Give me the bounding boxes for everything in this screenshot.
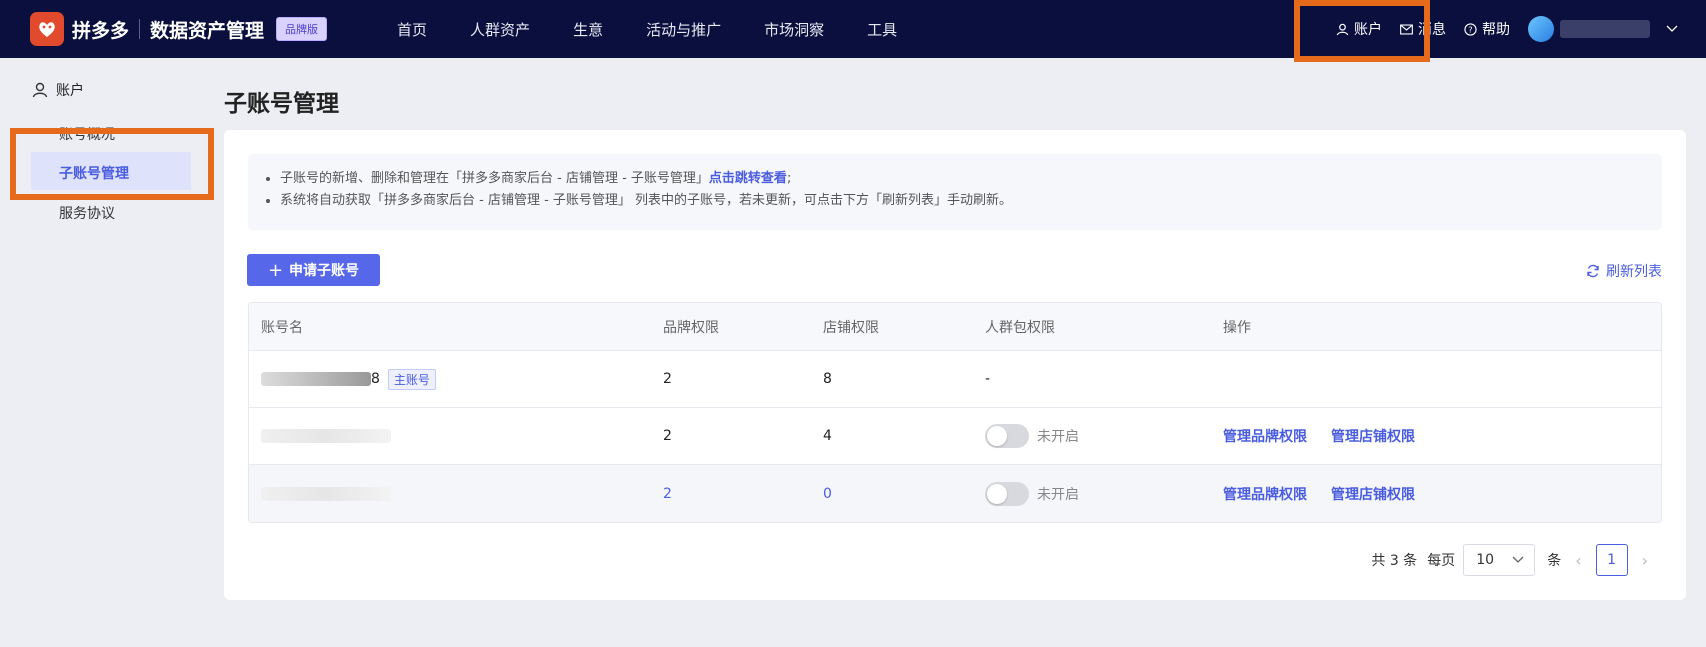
table-row: 8 主账号 2 8 - xyxy=(249,351,1661,408)
logo-text: 拼多多 xyxy=(72,19,130,42)
crowd-permission-toggle[interactable] xyxy=(985,481,1029,506)
page-size-select[interactable]: 10 xyxy=(1463,544,1536,576)
toggle-status-label: 未开启 xyxy=(1037,429,1079,445)
sidebar-item-service-agreement[interactable]: 服务协议 xyxy=(59,203,115,223)
notice-item-1: 子账号的新增、删除和管理在「拼多多商家后台 - 店铺管理 - 子账号管理」点击跳… xyxy=(280,168,1646,190)
nav-business[interactable]: 生意 xyxy=(573,19,603,40)
page-title: 子账号管理 xyxy=(224,91,339,117)
chevron-down-icon xyxy=(1666,25,1678,32)
edition-badge: 品牌版 xyxy=(276,17,328,41)
brand-permission-cell[interactable]: 2 xyxy=(663,486,823,502)
logo[interactable]: 拼多多 数据资产管理 品牌版 xyxy=(30,12,328,46)
table-header: 账号名 品牌权限 店铺权限 人群包权限 操作 xyxy=(249,303,1661,351)
col-brand-permission: 品牌权限 xyxy=(663,319,719,336)
manage-brand-permission-link[interactable]: 管理品牌权限 xyxy=(1223,484,1307,504)
content-card: 子账号的新增、删除和管理在「拼多多商家后台 - 店铺管理 - 子账号管理」点击跳… xyxy=(224,130,1686,600)
highlight-box-sidebar xyxy=(10,128,214,200)
refresh-icon xyxy=(1587,264,1599,278)
nav-tools[interactable]: 工具 xyxy=(867,19,897,40)
pagination: 共 3 条 每页 10 条 ‹ 1 › xyxy=(1371,544,1662,576)
user-icon xyxy=(32,82,48,98)
crowd-permission-toggle[interactable] xyxy=(985,424,1029,448)
help-label: 帮助 xyxy=(1482,22,1510,38)
page-size-value: 10 xyxy=(1476,552,1495,568)
logo-divider xyxy=(139,19,141,39)
account-name-blurred xyxy=(261,372,371,386)
brand-permission-cell: 2 xyxy=(663,371,672,387)
crowd-permission-cell: - xyxy=(985,371,991,387)
top-nav-bar: 拼多多 数据资产管理 品牌版 首页 人群资产 生意 活动与推广 市场洞察 工具 … xyxy=(0,0,1706,58)
nav-activity-promotion[interactable]: 活动与推广 xyxy=(646,19,721,40)
apply-subaccount-button[interactable]: + 申请子账号 xyxy=(247,254,380,286)
account-name-cell xyxy=(249,486,663,501)
nav-crowd-assets[interactable]: 人群资产 xyxy=(470,19,530,40)
nav-market-insight[interactable]: 市场洞察 xyxy=(764,19,824,40)
crowd-permission-cell: 未开启 xyxy=(985,424,1223,448)
shop-permission-cell: 4 xyxy=(823,428,832,444)
col-crowd-permission: 人群包权限 xyxy=(985,319,1055,336)
refresh-list-label: 刷新列表 xyxy=(1606,264,1662,280)
col-account-name: 账号名 xyxy=(261,319,303,336)
manage-brand-permission-link[interactable]: 管理品牌权限 xyxy=(1223,426,1307,446)
per-page-label: 每页 xyxy=(1427,553,1456,569)
product-name: 数据资产管理 xyxy=(150,19,265,42)
highlight-box-account xyxy=(1294,0,1430,62)
sidebar-title-label: 账户 xyxy=(56,83,84,99)
per-page-unit: 条 xyxy=(1547,553,1562,569)
user-name-blurred xyxy=(1560,20,1650,38)
notice-1-text: 子账号的新增、删除和管理在「拼多多商家后台 - 店铺管理 - 子账号管理」 xyxy=(280,171,709,186)
chevron-down-icon xyxy=(1512,556,1524,563)
refresh-list-button[interactable]: 刷新列表 xyxy=(1586,261,1662,281)
main-account-badge: 主账号 xyxy=(387,368,436,390)
apply-subaccount-label: 申请子账号 xyxy=(289,263,360,279)
jump-link[interactable]: 点击跳转查看 xyxy=(709,171,787,186)
subaccount-table: 账号名 品牌权限 店铺权限 人群包权限 操作 8 主账号 2 8 - 2 4 未… xyxy=(248,302,1662,523)
svg-text:?: ? xyxy=(1468,24,1472,34)
prev-page-icon[interactable]: ‹ xyxy=(1575,551,1581,570)
manage-shop-permission-link[interactable]: 管理店铺权限 xyxy=(1331,484,1415,504)
account-name-blurred xyxy=(261,429,391,443)
main-nav: 首页 人群资产 生意 活动与推广 市场洞察 工具 xyxy=(397,19,940,40)
account-name-cell xyxy=(249,429,663,443)
shop-permission-cell[interactable]: 0 xyxy=(823,486,985,502)
pinduoduo-logo-icon xyxy=(30,12,64,46)
total-count: 共 3 条 xyxy=(1371,553,1418,569)
sidebar-title: 账户 xyxy=(32,80,84,100)
help-icon: ? xyxy=(1464,22,1477,36)
notice-1-suffix: ; xyxy=(786,171,792,186)
table-row: 2 4 未开启 管理品牌权限 管理店铺权限 xyxy=(249,408,1661,465)
actions-cell: 管理品牌权限 管理店铺权限 xyxy=(1223,484,1661,504)
col-shop-permission: 店铺权限 xyxy=(823,319,879,336)
notice-item-2: 系统将自动获取「拼多多商家后台 - 店铺管理 - 子账号管理」 列表中的子账号，… xyxy=(280,190,1646,212)
notice-box: 子账号的新增、删除和管理在「拼多多商家后台 - 店铺管理 - 子账号管理」点击跳… xyxy=(248,154,1662,230)
shop-permission-cell: 8 xyxy=(823,371,832,387)
col-actions: 操作 xyxy=(1223,319,1251,336)
avatar xyxy=(1528,16,1554,42)
crowd-permission-cell: 未开启 xyxy=(985,481,1223,506)
page-number-current[interactable]: 1 xyxy=(1595,544,1628,576)
brand-permission-cell: 2 xyxy=(663,428,672,444)
manage-shop-permission-link[interactable]: 管理店铺权限 xyxy=(1331,426,1415,446)
help-link[interactable]: ? 帮助 xyxy=(1464,19,1510,39)
toggle-status-label: 未开启 xyxy=(1037,486,1079,503)
actions-cell: 管理品牌权限 管理店铺权限 xyxy=(1223,426,1661,446)
next-page-icon[interactable]: › xyxy=(1642,551,1648,570)
plus-icon: + xyxy=(267,259,284,281)
account-name-blurred xyxy=(261,486,391,501)
account-name-suffix: 8 xyxy=(371,371,380,387)
account-name-cell: 8 主账号 xyxy=(249,368,663,390)
user-menu[interactable] xyxy=(1528,16,1678,42)
table-row: 2 0 未开启 管理品牌权限 管理店铺权限 xyxy=(249,465,1661,522)
nav-home[interactable]: 首页 xyxy=(397,19,427,40)
